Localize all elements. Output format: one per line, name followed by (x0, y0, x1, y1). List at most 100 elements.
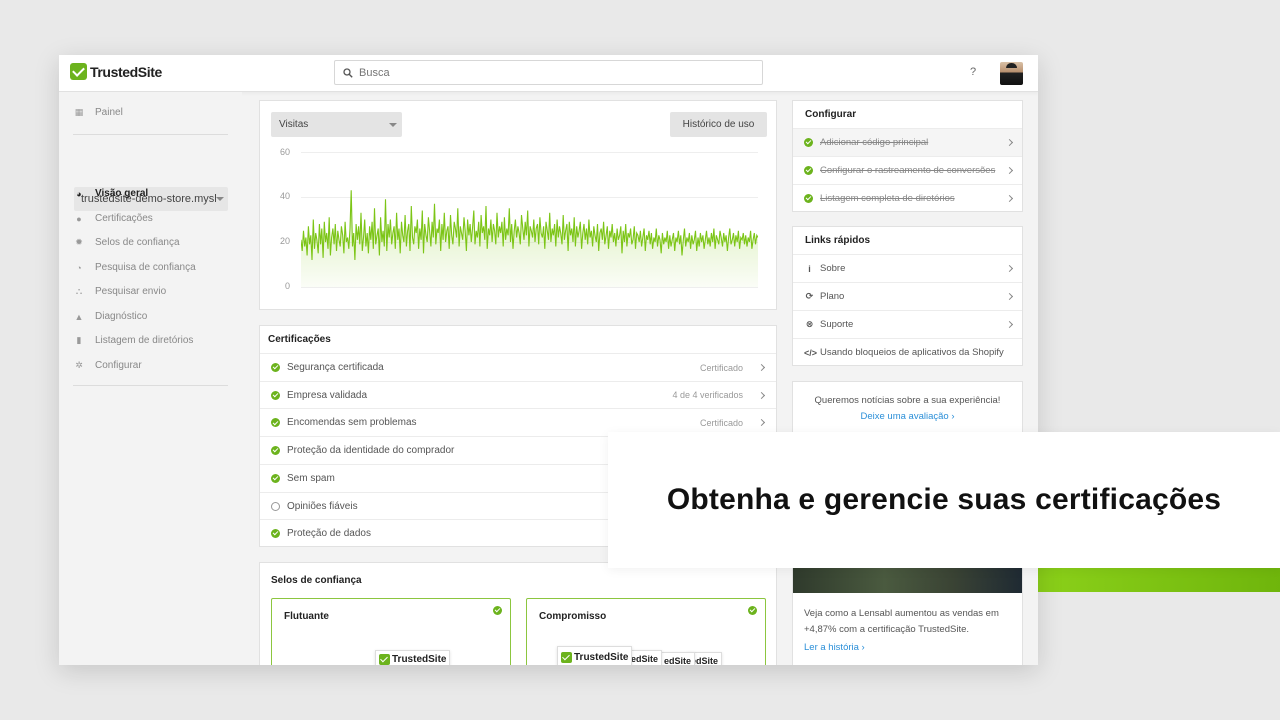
visits-card: Visitas Histórico de uso 60 40 20 0 (259, 100, 777, 310)
configure-step-row[interactable]: Listagem completa de diretórios (793, 184, 1022, 212)
selected-check-icon (748, 606, 757, 615)
badge-text: edSite (691, 656, 719, 665)
configure-step-label: Configurar o rastreamento de conversões (820, 165, 996, 176)
trust-seals-title: Selos de confiança (271, 575, 362, 586)
certification-label: Proteção da identidade do comprador (287, 445, 455, 457)
sidebar-item-configurar[interactable]: ✲ Configurar (74, 360, 141, 371)
chevron-right-icon (1005, 320, 1014, 329)
check-circle-icon: ● (76, 213, 82, 224)
sidebar-item-listagem[interactable]: ▮ Listagem de diretórios (74, 335, 194, 346)
chevron-right-icon (757, 391, 766, 399)
search-input[interactable] (359, 66, 739, 79)
configure-card: Configurar Adicionar código principal Con… (792, 100, 1023, 212)
sidebar-item-label: Painel (95, 107, 123, 118)
commitment-badge-preview: TrustedSite (557, 646, 633, 665)
sidebar-item-label: Visão geral (95, 188, 149, 199)
y-tick-label: 0 (284, 281, 290, 291)
certification-row[interactable]: Segurança certificada Certificado (260, 353, 776, 381)
chevron-right-icon (1005, 138, 1014, 147)
chevron-right-icon (1005, 166, 1014, 175)
configure-step-row[interactable]: Adicionar código principal (793, 128, 1022, 156)
check-circle-icon (804, 138, 813, 147)
badge-text: edSite (664, 656, 692, 665)
check-circle-icon (271, 529, 280, 539)
quick-link-row[interactable]: i Sobre (793, 254, 1022, 282)
check-circle-icon (271, 418, 280, 428)
empty-circle-icon (271, 501, 280, 511)
leave-review-link[interactable]: Deixe uma avaliação › (793, 411, 1022, 422)
check-circle-icon (804, 166, 813, 175)
pie-chart-icon: ◔ (76, 262, 82, 273)
commitment-badge-preview: edSite (660, 652, 696, 665)
sidebar-item-visao-geral[interactable]: ◕ Visão geral (74, 188, 148, 199)
chevron-right-icon (1005, 194, 1014, 203)
certification-label: Proteção de dados (287, 528, 371, 540)
sidebar-item-certificacoes[interactable]: ● Certificações (74, 213, 153, 224)
check-circle-icon (271, 363, 280, 372)
seal-option-label: Compromisso (539, 611, 607, 622)
warning-icon: ▲ (74, 311, 84, 322)
sidebar-item-pesquisa-confianca[interactable]: ◔ Pesquisa de confiança (74, 262, 196, 273)
quick-link-row[interactable]: </> Usando bloqueios de aplicativos da Sh… (793, 338, 1022, 366)
sidebar-item-diagnostico[interactable]: ▲ Diagnóstico (74, 311, 148, 322)
configure-title: Configurar (805, 109, 857, 120)
chevron-down-icon (389, 123, 397, 127)
read-story-link[interactable]: Ler a história › (804, 642, 865, 653)
check-circle-icon (271, 473, 280, 483)
metric-select-value: Visitas (279, 119, 309, 130)
check-circle-icon (271, 446, 280, 456)
certifications-title: Certificações (268, 334, 331, 345)
seal-option-commitment[interactable]: Compromisso edSite edSite edSite Trusted… (526, 598, 766, 665)
quick-link-label: Plano (820, 291, 845, 302)
sidebar-item-label: Certificações (95, 213, 153, 224)
check-circle-icon (804, 194, 813, 203)
sidebar-item-label: Listagem de diretórios (95, 335, 194, 346)
trustedsite-logo[interactable]: TrustedSite (70, 63, 162, 80)
search-box[interactable] (334, 60, 763, 85)
help-button[interactable]: ? (970, 66, 976, 78)
badge-icon: ✹ (75, 237, 83, 247)
certification-status: Certificado (699, 417, 743, 428)
chevron-right-icon (1005, 264, 1014, 273)
avatar[interactable] (1000, 62, 1023, 85)
selected-check-icon (493, 606, 502, 615)
divider (73, 134, 228, 135)
configure-step-row[interactable]: Configurar o rastreamento de conversões (793, 156, 1022, 184)
quick-link-label: Suporte (820, 319, 854, 330)
badge-text: TrustedSite (574, 651, 629, 663)
chevron-right-icon (757, 363, 766, 372)
certification-label: Empresa validada (287, 389, 368, 401)
headline-banner: Obtenha e gerencie suas certificações (608, 432, 1280, 568)
y-tick-label: 40 (279, 191, 290, 201)
certification-row[interactable]: Empresa validada 4 de 4 verificados (260, 380, 776, 409)
sidebar-item-label: Pesquisar envio (95, 286, 167, 297)
quick-link-label: Usando bloqueios de aplicativos da Shopi… (820, 347, 1004, 358)
code-icon: </> (804, 347, 818, 358)
gear-icon: ✲ (75, 360, 83, 370)
usage-history-button[interactable]: Histórico de uso (670, 112, 767, 137)
sidebar-item-selos[interactable]: ✹ Selos de confiança (74, 237, 179, 248)
divider (73, 385, 228, 386)
quick-link-row[interactable]: ⟳ Plano (793, 282, 1022, 310)
sidebar-item-label: Diagnóstico (95, 311, 148, 322)
quick-links-card: Links rápidos i Sobre ⟳ Plano ⊗ Suporte </> Usa… (792, 226, 1023, 366)
seal-option-floating[interactable]: Flutuante TrustedSite (271, 598, 511, 665)
floating-badge-preview: TrustedSite (375, 650, 451, 665)
sidebar-item-pesquisar-envio[interactable]: ⛬ Pesquisar envio (74, 286, 166, 297)
app-window: TrustedSite ? ▦ Painel trustedsite-demo-… (59, 55, 1038, 665)
badge-check-icon (561, 651, 572, 663)
info-icon: i (808, 263, 811, 274)
badge-text: edSite (631, 654, 659, 664)
refresh-icon: ⟳ (805, 291, 814, 301)
y-tick-label: 20 (279, 236, 290, 246)
sidebar-item-label: Pesquisa de confiança (95, 262, 196, 273)
logo-check-icon (70, 63, 87, 80)
sidebar: ▦ Painel trustedsite-demo-store.mysl ◕ V… (59, 92, 242, 665)
configure-step-label: Adicionar código principal (820, 137, 929, 148)
sidebar-item-painel[interactable]: ▦ Painel (74, 107, 123, 118)
logo-text: TrustedSite (90, 63, 162, 80)
quick-link-label: Sobre (820, 263, 846, 274)
quick-link-row[interactable]: ⊗ Suporte (793, 310, 1022, 338)
certification-label: Opiniões fiáveis (287, 500, 358, 512)
metric-select[interactable]: Visitas (271, 112, 402, 137)
